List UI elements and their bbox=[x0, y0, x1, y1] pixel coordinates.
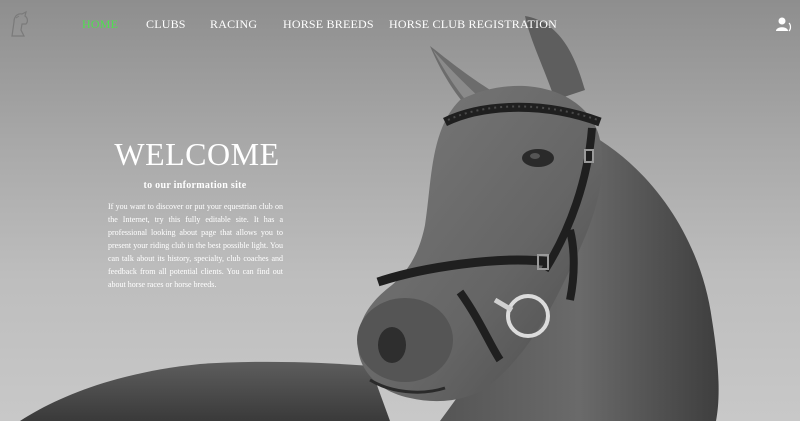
user-icon[interactable] bbox=[774, 16, 792, 34]
nav-clubs[interactable]: CLUBS bbox=[146, 17, 186, 32]
hero-description: If you want to discover or put your eque… bbox=[108, 202, 283, 289]
horse-logo-icon[interactable] bbox=[8, 10, 30, 38]
top-navigation: HOME CLUBS RACING HORSE BREEDS HORSE CLU… bbox=[0, 0, 800, 50]
page: HOME CLUBS RACING HORSE BREEDS HORSE CLU… bbox=[0, 0, 800, 421]
hero-title: WELCOME bbox=[114, 136, 280, 172]
nav-horse-breeds[interactable]: HORSE BREEDS bbox=[283, 17, 374, 32]
nav-horse-club-registration[interactable]: HORSE CLUB REGISTRATION bbox=[389, 17, 557, 32]
nav-racing[interactable]: RACING bbox=[210, 17, 257, 32]
nav-home[interactable]: HOME bbox=[82, 17, 118, 32]
hero-subtitle: to our information site bbox=[143, 180, 247, 191]
